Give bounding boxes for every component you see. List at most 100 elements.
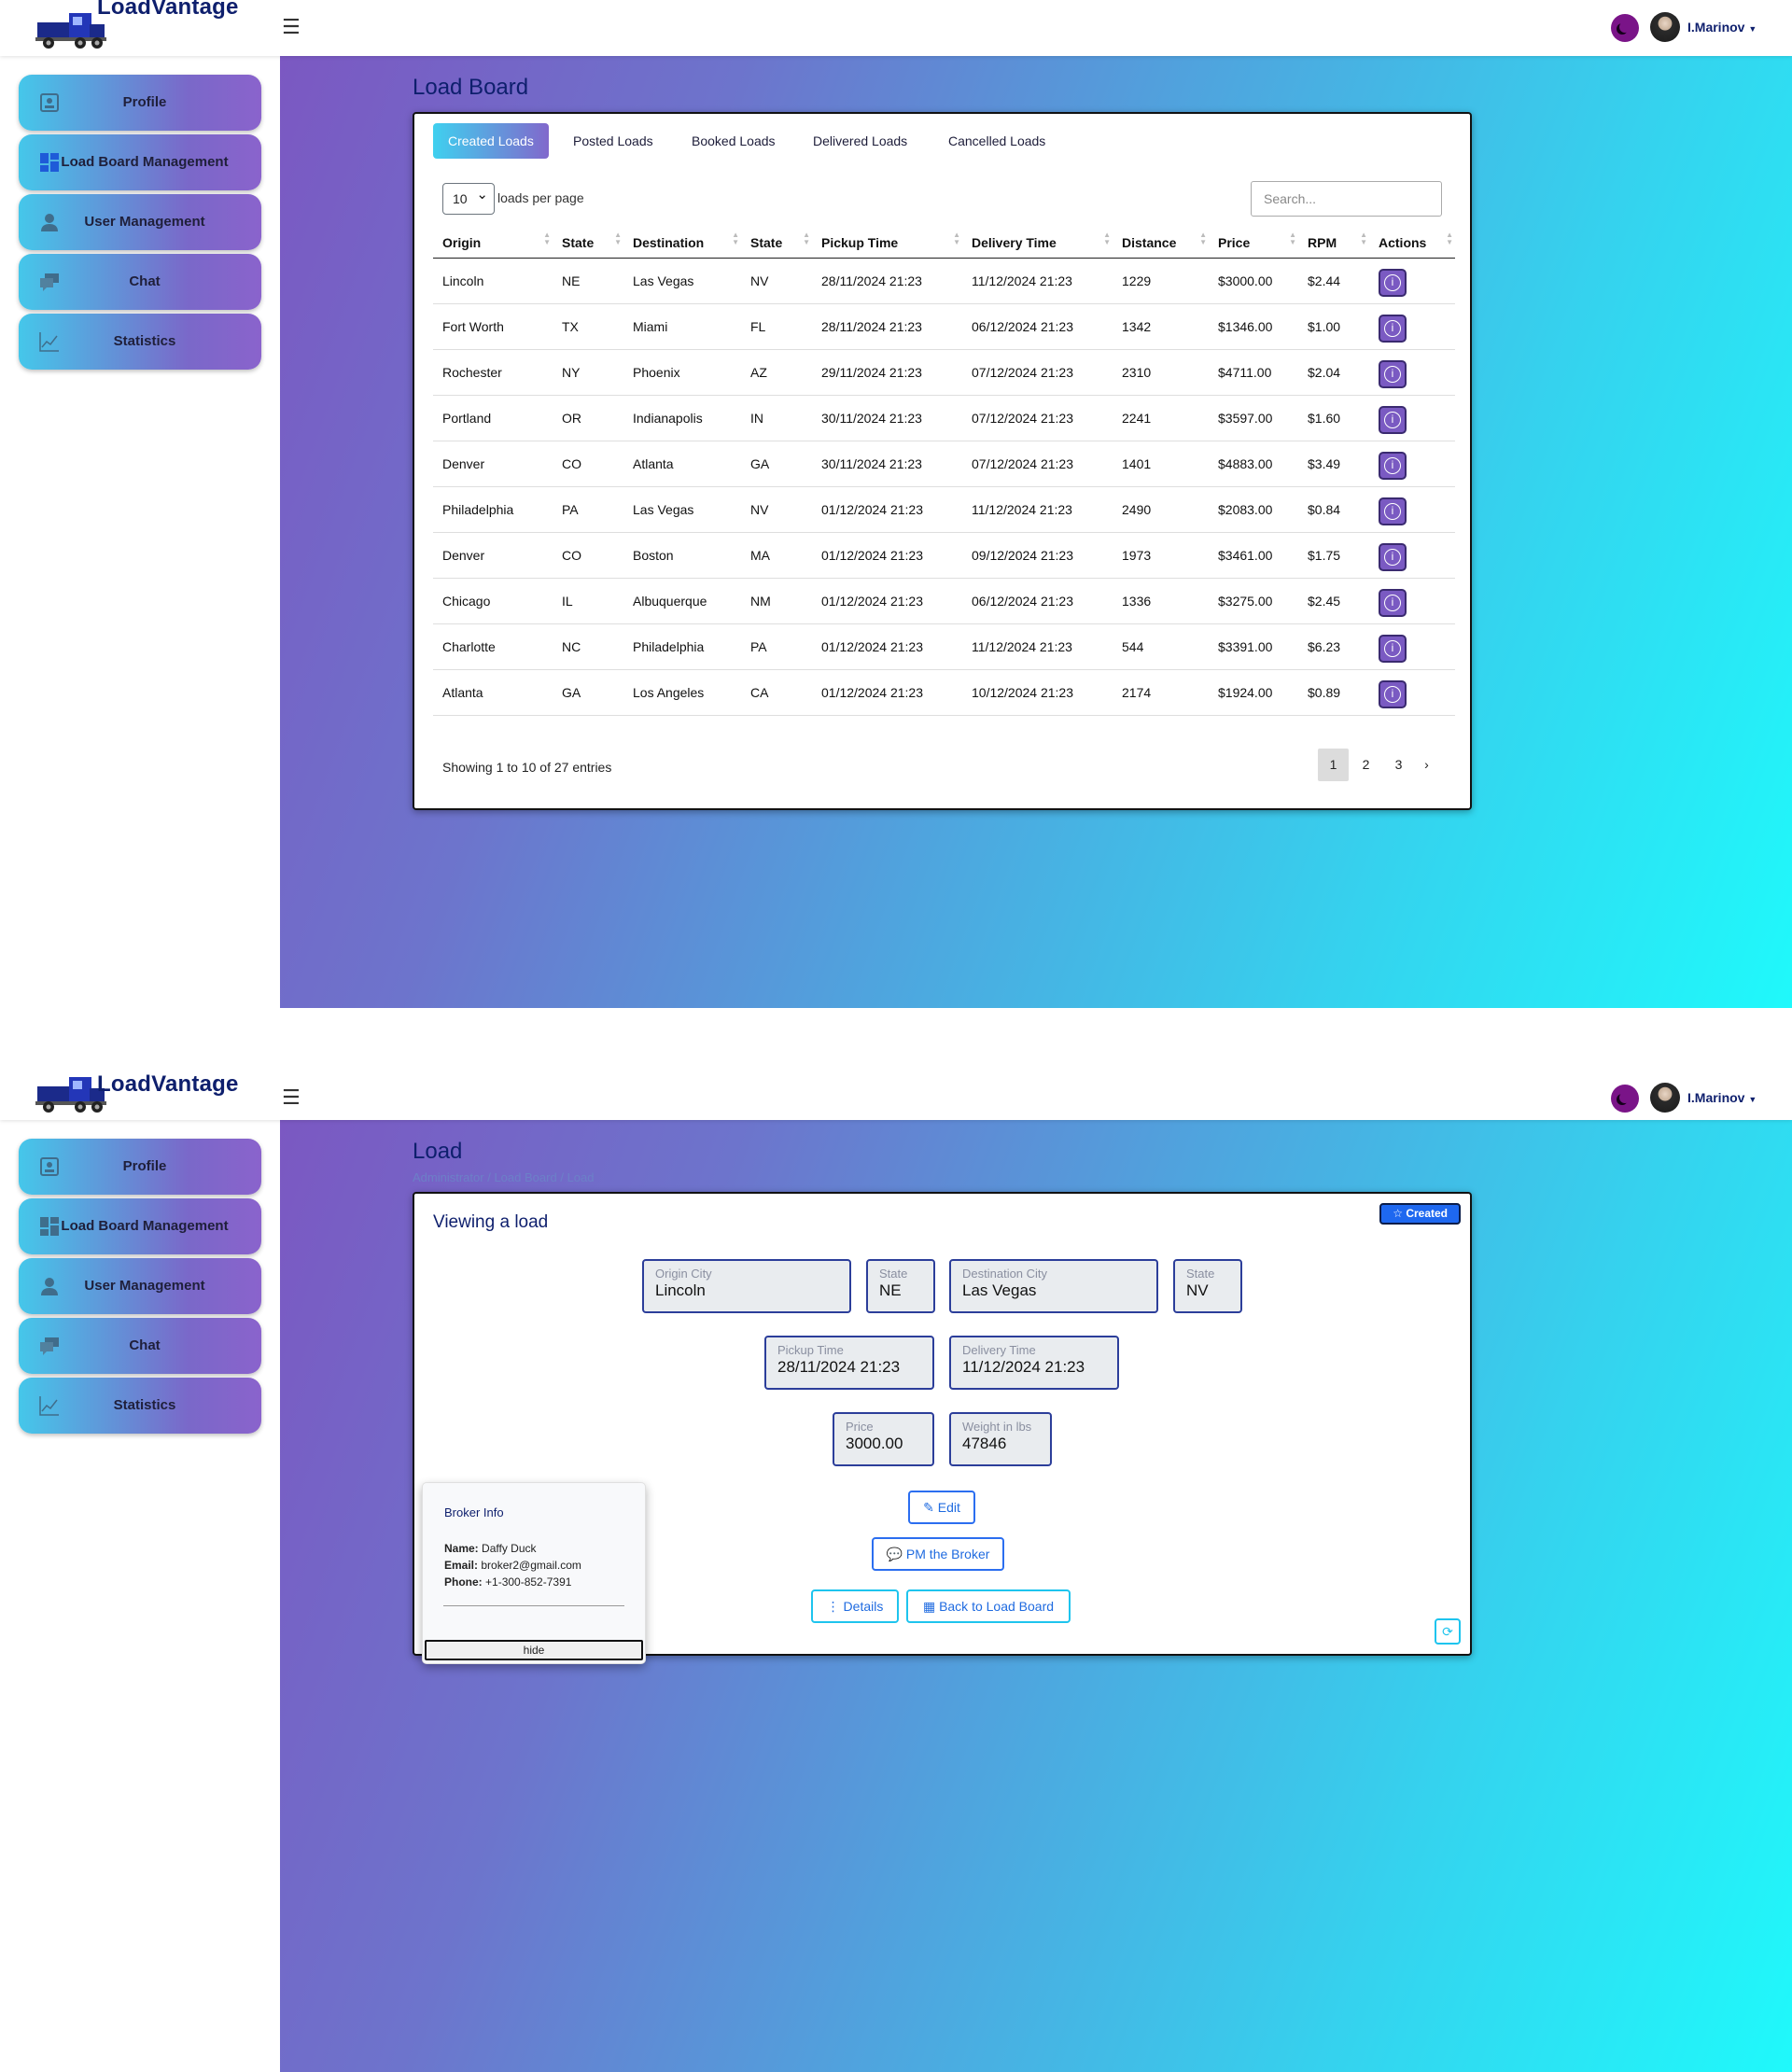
avatar[interactable] [1650, 1083, 1680, 1113]
cell-actions: i [1369, 441, 1455, 487]
view-load-info-button[interactable]: i [1379, 634, 1407, 663]
column-header-pickup-time[interactable]: Pickup Time ▲ ▼ [812, 228, 962, 259]
sidebar-item-profile[interactable]: Profile [19, 75, 261, 131]
sidebar-item-label: Load Board Management [61, 1218, 229, 1234]
cell-delivery-time: 11/12/2024 21:23 [962, 258, 1113, 304]
hide-button[interactable]: hide [425, 1640, 643, 1660]
sidebar: Profile Load Board Management User Manag… [0, 1120, 280, 2072]
sidebar-item-chat[interactable]: Chat [19, 1318, 261, 1374]
sidebar-item-chat[interactable]: Chat [19, 254, 261, 310]
sidebar-item-load-board-management[interactable]: Load Board Management [19, 1198, 261, 1254]
origin-city-field[interactable]: Origin City Lincoln [642, 1259, 851, 1313]
next-page-button[interactable]: › [1411, 749, 1442, 781]
sidebar-item-profile[interactable]: Profile [19, 1139, 261, 1195]
column-header-distance[interactable]: Distance ▲ ▼ [1113, 228, 1209, 259]
cell-origin: Rochester [433, 349, 553, 396]
cell-distance: 1336 [1113, 578, 1209, 624]
page-2-button[interactable]: 2 [1351, 749, 1381, 781]
hamburger-menu-icon[interactable]: ☰ [282, 1087, 301, 1108]
load-board-card: Created Loads Posted Loads Booked Loads … [413, 112, 1472, 810]
sidebar-item-label: Load Board Management [61, 154, 229, 170]
field-value: 28/11/2024 21:23 [777, 1358, 901, 1376]
pickup-time-field[interactable]: Pickup Time 28/11/2024 21:23 [764, 1336, 934, 1390]
view-load-info-button[interactable]: i [1379, 268, 1407, 297]
search-input[interactable]: Search... [1251, 181, 1442, 217]
user-menu[interactable]: I.Marinov ▼ [1687, 1090, 1757, 1105]
column-header-actions[interactable]: Actions ▲ ▼ [1369, 228, 1455, 259]
screen-separator [0, 1008, 1792, 1064]
breadcrumb-item[interactable]: Load Board [494, 1170, 556, 1184]
broker-email-label: Email: [444, 1559, 479, 1572]
sidebar-item-label: User Management [84, 1278, 205, 1294]
broker-name: Name: Daffy Duck [444, 1542, 537, 1555]
destination-state-field[interactable]: State NV [1173, 1259, 1242, 1313]
brand-logo[interactable]: LoadVantage [35, 1064, 245, 1120]
cell-origin: Portland [433, 395, 553, 441]
cell-origin-state: OR [553, 395, 623, 441]
sidebar-item-user-management[interactable]: User Management [19, 1258, 261, 1314]
view-load-info-button[interactable]: i [1379, 359, 1407, 388]
price-field[interactable]: Price 3000.00 [833, 1412, 934, 1466]
column-label: Delivery Time [972, 234, 1057, 250]
sidebar-item-statistics[interactable]: Statistics [19, 1378, 261, 1434]
avatar[interactable] [1650, 12, 1680, 42]
cell-destination-state: CA [741, 669, 812, 716]
pm-broker-button[interactable]: 💬 PM the Broker [872, 1537, 1004, 1571]
dark-mode-toggle-icon[interactable] [1611, 1085, 1639, 1113]
breadcrumb-item[interactable]: Administrator [413, 1170, 484, 1184]
page-3-button[interactable]: 3 [1383, 749, 1414, 781]
per-page-select[interactable]: 10 [442, 180, 495, 215]
origin-state-field[interactable]: State NE [866, 1259, 935, 1313]
sidebar-item-label: Chat [129, 1337, 161, 1353]
table-row: Rochester NY Phoenix AZ 29/11/2024 21:23 07/1… [433, 349, 1455, 396]
cell-delivery-time: 11/12/2024 21:23 [962, 623, 1113, 670]
column-header-delivery-time[interactable]: Delivery Time ▲ ▼ [962, 228, 1113, 259]
sidebar-item-statistics[interactable]: Statistics [19, 314, 261, 370]
cell-origin-state: GA [553, 669, 623, 716]
edit-button[interactable]: ✎ Edit [908, 1491, 975, 1524]
field-value: 3000.00 [846, 1435, 903, 1452]
view-load-info-button[interactable]: i [1379, 314, 1407, 343]
view-load-info-button[interactable]: i [1379, 451, 1407, 480]
view-load-info-button[interactable]: i [1379, 542, 1407, 571]
column-header-origin[interactable]: Origin ▲ ▼ [433, 228, 553, 259]
user-menu[interactable]: I.Marinov ▼ [1687, 20, 1757, 35]
column-header-destination[interactable]: Destination ▲ ▼ [623, 228, 741, 259]
cell-destination: Boston [623, 532, 741, 579]
view-load-info-button[interactable]: i [1379, 588, 1407, 617]
column-header-rpm[interactable]: RPM ▲ ▼ [1298, 228, 1369, 259]
column-label: Pickup Time [821, 234, 899, 250]
brand-logo[interactable]: LoadVantage [35, 0, 245, 56]
view-load-info-button[interactable]: i [1379, 497, 1407, 525]
tab-created-loads[interactable]: Created Loads [433, 123, 549, 159]
info-icon: i [1384, 273, 1401, 291]
cell-actions: i [1369, 258, 1455, 304]
cell-distance: 1401 [1113, 441, 1209, 487]
cell-destination: Las Vegas [623, 486, 741, 533]
sidebar-item-load-board-management[interactable]: Load Board Management [19, 134, 261, 190]
page-1-button[interactable]: 1 [1318, 749, 1349, 781]
column-header-state[interactable]: State ▲ ▼ [741, 228, 812, 259]
tab-cancelled-loads[interactable]: Cancelled Loads [936, 123, 1057, 159]
dark-mode-toggle-icon[interactable] [1611, 14, 1639, 42]
tab-booked-loads[interactable]: Booked Loads [679, 123, 788, 159]
details-button[interactable]: ⋮ Details [811, 1589, 899, 1623]
back-to-load-board-button[interactable]: ▦ Back to Load Board [906, 1589, 1071, 1623]
delivery-time-field[interactable]: Delivery Time 11/12/2024 21:23 [949, 1336, 1119, 1390]
tab-posted-loads[interactable]: Posted Loads [561, 123, 665, 159]
cell-rpm: $6.23 [1298, 623, 1369, 670]
column-header-state[interactable]: State ▲ ▼ [553, 228, 623, 259]
hamburger-menu-icon[interactable]: ☰ [282, 17, 301, 37]
view-load-info-button[interactable]: i [1379, 679, 1407, 708]
button-label: PM the Broker [905, 1547, 990, 1561]
sidebar-item-label: Statistics [113, 1397, 176, 1413]
weight-field[interactable]: Weight in lbs 47846 [949, 1412, 1052, 1466]
refresh-icon[interactable]: ⟳ [1435, 1618, 1461, 1645]
view-load-info-button[interactable]: i [1379, 405, 1407, 434]
tab-delivered-loads[interactable]: Delivered Loads [801, 123, 919, 159]
column-header-price[interactable]: Price ▲ ▼ [1209, 228, 1298, 259]
cell-origin-state: PA [553, 486, 623, 533]
cell-price: $1924.00 [1209, 669, 1298, 716]
sidebar-item-user-management[interactable]: User Management [19, 194, 261, 250]
destination-city-field[interactable]: Destination City Las Vegas [949, 1259, 1158, 1313]
